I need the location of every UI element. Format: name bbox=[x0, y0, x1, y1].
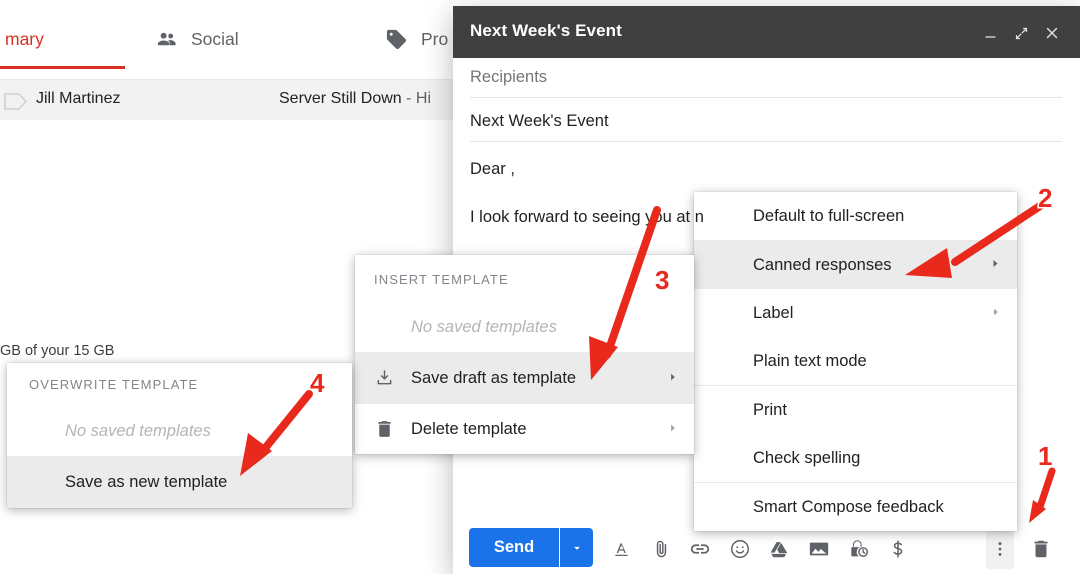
canned-responses-label: Canned responses bbox=[753, 255, 892, 274]
save-download-icon bbox=[374, 368, 395, 389]
check-spelling-label: Check spelling bbox=[753, 448, 861, 467]
tag-icon bbox=[385, 28, 408, 51]
tab-social[interactable]: Social bbox=[155, 10, 239, 68]
people-icon bbox=[155, 28, 178, 51]
more-options-vertical-icon[interactable] bbox=[986, 529, 1014, 569]
tab-social-label: Social bbox=[191, 28, 239, 49]
label-menu-label: Label bbox=[753, 303, 794, 322]
insert-money-icon[interactable] bbox=[885, 536, 911, 562]
chevron-right-icon bbox=[667, 369, 678, 388]
insert-drive-icon[interactable] bbox=[766, 536, 792, 562]
overwrite-template-section: OVERWRITE TEMPLATE bbox=[7, 363, 352, 406]
storage-usage-text: GB of your 15 GB bbox=[0, 343, 115, 359]
save-as-new-template-label: Save as new template bbox=[65, 473, 228, 491]
screenshot-root: mary Social Pro Jill Martinez Server Sti… bbox=[0, 0, 1080, 574]
overwrite-template-empty-label: No saved templates bbox=[65, 421, 211, 440]
smart-compose-feedback-label: Smart Compose feedback bbox=[753, 497, 944, 516]
annotation-number-4: 4 bbox=[308, 367, 326, 400]
print-menu-item[interactable]: Print bbox=[694, 386, 1017, 434]
attach-file-icon[interactable] bbox=[648, 536, 674, 562]
chevron-right-icon bbox=[990, 304, 1001, 323]
email-snippet: - Hi bbox=[401, 90, 432, 107]
chevron-right-icon bbox=[667, 420, 678, 439]
overwrite-template-empty: No saved templates bbox=[7, 406, 352, 456]
save-draft-as-template-menu-item[interactable]: Save draft as template bbox=[355, 353, 694, 403]
fullscreen-icon[interactable] bbox=[1008, 20, 1034, 46]
print-label: Print bbox=[753, 400, 787, 419]
inbox-category-tabs: mary Social Pro bbox=[0, 10, 460, 70]
confidential-mode-icon[interactable] bbox=[846, 536, 872, 562]
insert-template-section: INSERT TEMPLATE bbox=[355, 255, 694, 303]
canned-responses-menu-item[interactable]: Canned responses bbox=[694, 241, 1017, 289]
default-full-screen-label: Default to full-screen bbox=[753, 206, 905, 225]
tab-primary[interactable]: mary bbox=[0, 10, 44, 68]
annotation-number-2: 2 bbox=[1036, 182, 1054, 215]
compose-window-title: Next Week's Event bbox=[470, 21, 622, 40]
compose-window-header: Next Week's Event bbox=[453, 6, 1080, 58]
insert-template-section-label: INSERT TEMPLATE bbox=[374, 271, 509, 287]
delete-template-menu-item[interactable]: Delete template bbox=[355, 404, 694, 454]
plain-text-mode-label: Plain text mode bbox=[753, 351, 867, 370]
canned-responses-submenu: INSERT TEMPLATE No saved templates Save … bbox=[355, 255, 694, 454]
chevron-label-icon bbox=[3, 92, 30, 116]
email-subject-text: Server Still Down bbox=[279, 90, 402, 107]
insert-photo-icon[interactable] bbox=[806, 536, 832, 562]
email-sender: Jill Martinez bbox=[36, 90, 121, 107]
label-menu-item[interactable]: Label bbox=[694, 289, 1017, 337]
plain-text-mode-menu-item[interactable]: Plain text mode bbox=[694, 337, 1017, 385]
check-spelling-menu-item[interactable]: Check spelling bbox=[694, 434, 1017, 482]
insert-link-icon[interactable] bbox=[687, 536, 713, 562]
trash-icon[interactable] bbox=[1027, 535, 1055, 563]
save-draft-as-template-label: Save draft as template bbox=[411, 368, 577, 387]
formatting-options-icon[interactable] bbox=[608, 536, 634, 562]
insert-template-empty-label: No saved templates bbox=[411, 318, 557, 336]
recipients-field[interactable]: Recipients bbox=[470, 68, 1062, 98]
default-full-screen-menu-item[interactable]: Default to full-screen bbox=[694, 192, 1017, 240]
send-button[interactable]: Send bbox=[469, 528, 559, 567]
insert-emoji-icon[interactable] bbox=[727, 536, 753, 562]
tab-promotions-label: Pro bbox=[421, 28, 449, 49]
minimize-icon[interactable] bbox=[977, 20, 1003, 46]
compose-body-line-2[interactable]: I look forward to seeing you at n bbox=[470, 208, 704, 227]
compose-body-line-1[interactable]: Dear , bbox=[470, 160, 515, 179]
tab-primary-label: mary bbox=[5, 28, 44, 49]
overwrite-template-section-label: OVERWRITE TEMPLATE bbox=[29, 377, 199, 392]
email-subject: Server Still Down - Hi bbox=[279, 90, 431, 108]
compose-more-options-menu: Default to full-screen Canned responses … bbox=[694, 192, 1017, 531]
trash-icon bbox=[374, 419, 395, 440]
close-icon[interactable] bbox=[1039, 20, 1065, 46]
tab-active-underline bbox=[0, 66, 125, 69]
save-draft-as-template-submenu: OVERWRITE TEMPLATE No saved templates Sa… bbox=[7, 363, 352, 508]
caret-down-icon[interactable] bbox=[560, 528, 593, 567]
save-as-new-template-menu-item[interactable]: Save as new template bbox=[7, 457, 352, 508]
annotation-number-3: 3 bbox=[653, 264, 671, 297]
tab-promotions[interactable]: Pro bbox=[385, 10, 448, 68]
annotation-number-1: 1 bbox=[1036, 440, 1054, 473]
chevron-right-icon bbox=[989, 256, 1001, 275]
delete-template-label: Delete template bbox=[411, 419, 527, 438]
subject-field[interactable]: Next Week's Event bbox=[470, 112, 1062, 142]
smart-compose-feedback-menu-item[interactable]: Smart Compose feedback bbox=[694, 483, 1017, 531]
email-list-row[interactable]: Jill Martinez Server Still Down - Hi bbox=[0, 79, 460, 120]
insert-template-empty: No saved templates bbox=[355, 303, 694, 352]
